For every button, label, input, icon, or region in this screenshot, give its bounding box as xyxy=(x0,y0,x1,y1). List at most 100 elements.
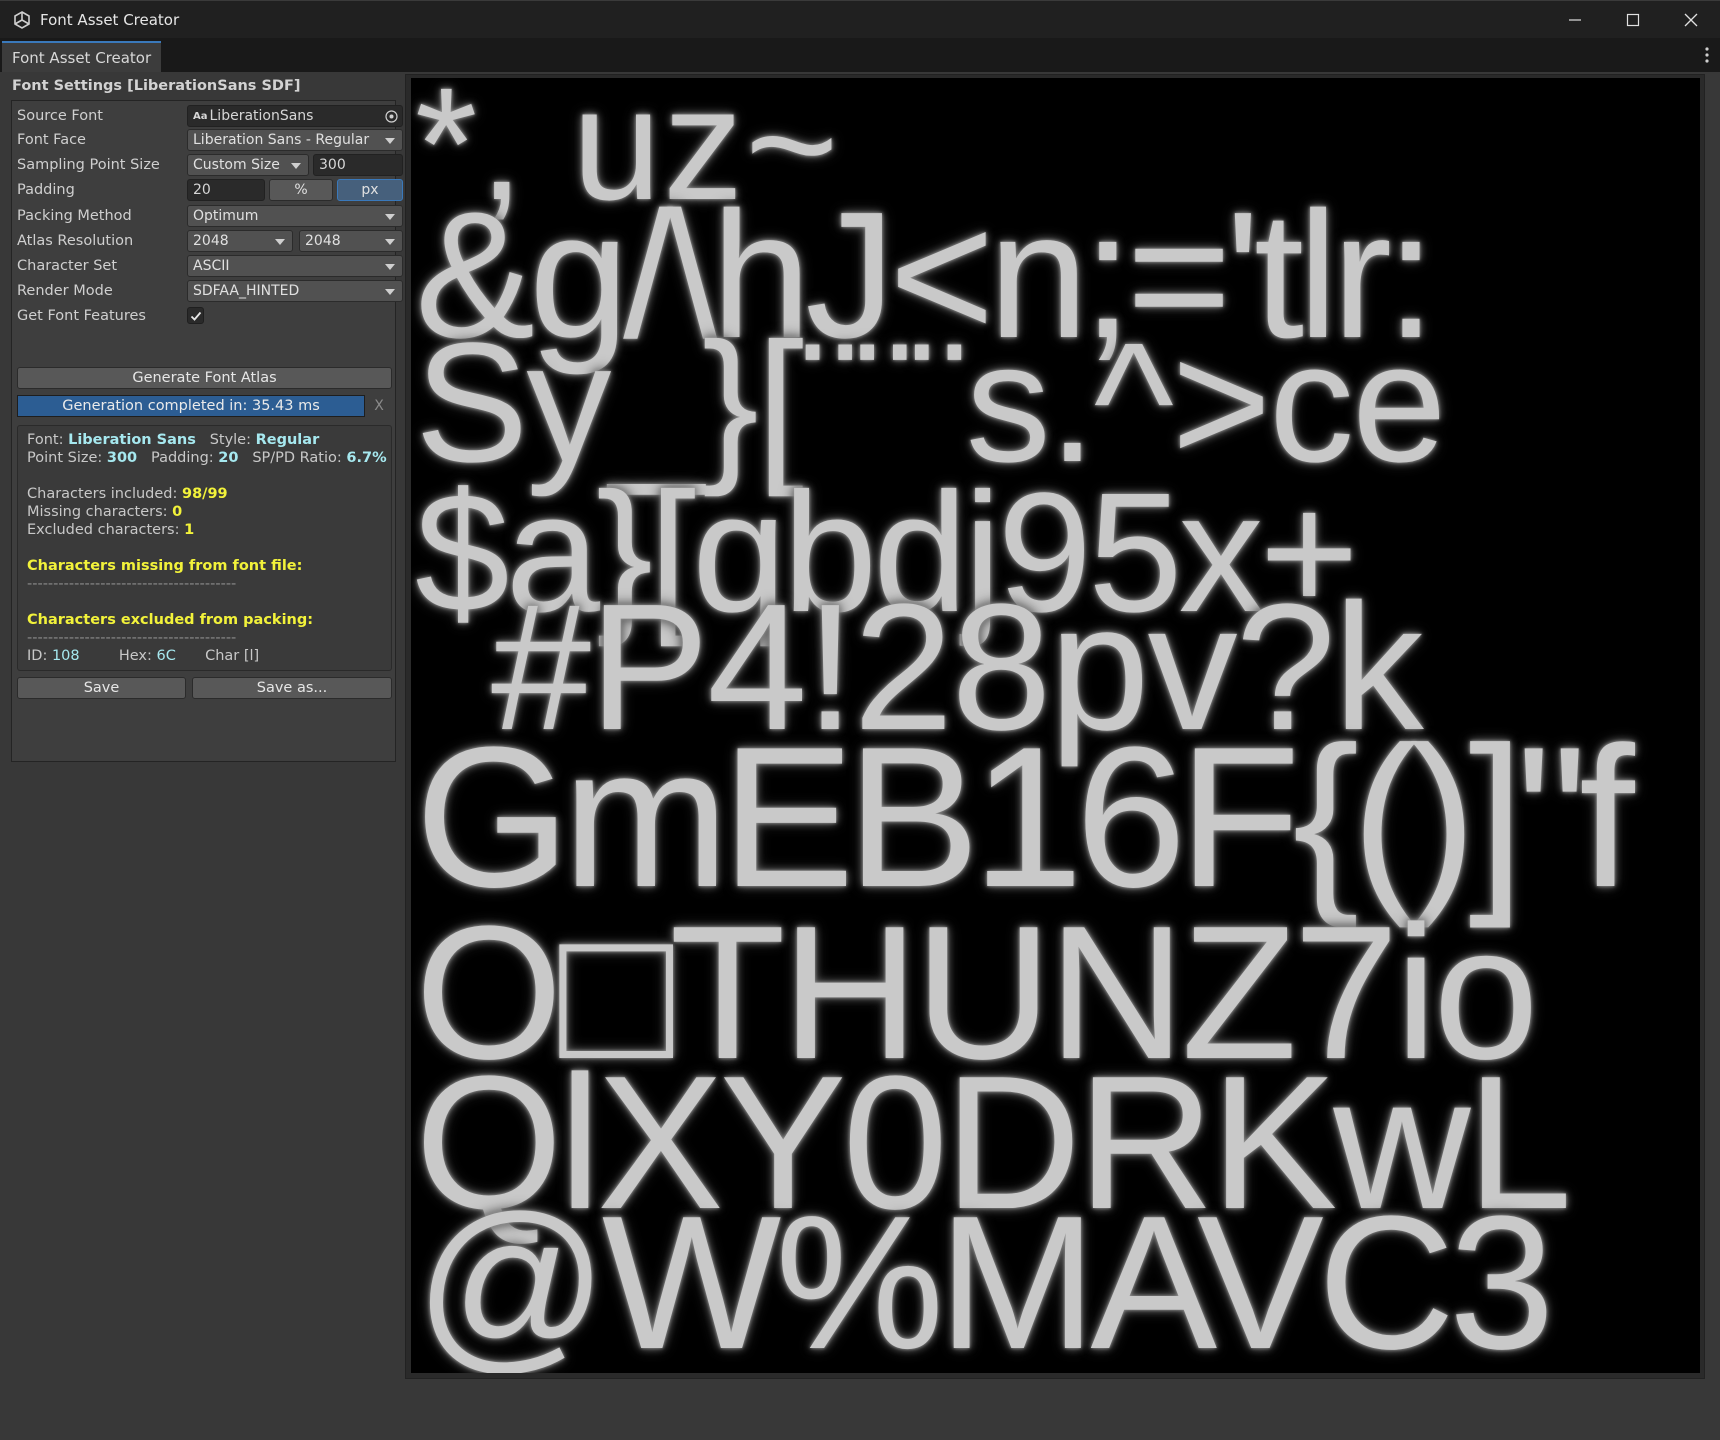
info-separator: ---------------------------------------- xyxy=(27,630,237,646)
minimize-button[interactable] xyxy=(1546,1,1604,39)
unity-app-icon xyxy=(12,10,32,30)
row-font-face: Font Face Liberation Sans - Regular xyxy=(17,129,403,151)
info-padding-label: Padding: xyxy=(150,450,214,466)
font-face-label: Font Face xyxy=(17,132,86,148)
packing-method-value: Optimum xyxy=(193,208,259,224)
settings-panel: Font Settings [LiberationSans SDF] Sourc… xyxy=(0,72,403,1440)
info-included-label: Characters included: xyxy=(27,486,178,502)
clear-progress-button[interactable]: X xyxy=(369,395,389,417)
character-set-dropdown[interactable]: ASCII xyxy=(187,255,403,277)
info-excluded-header: Characters excluded from packing: xyxy=(27,612,314,628)
atlas-preview: *, uz~ &g/\hJ<n;='tlr: Sy_}[¨¨¨s.^>ce $a… xyxy=(411,78,1700,1373)
window-title: Font Asset Creator xyxy=(40,11,180,29)
font-asset-icon: Aa xyxy=(193,110,208,122)
row-padding: Padding 20 % px xyxy=(17,179,403,201)
packing-method-dropdown[interactable]: Optimum xyxy=(187,205,403,227)
info-included-value: 98/99 xyxy=(181,486,228,502)
info-font-value: Liberation Sans xyxy=(68,432,196,448)
info-point-size-value: 300 xyxy=(106,450,138,466)
get-font-features-checkbox[interactable] xyxy=(187,307,204,324)
info-hex-value: 6C xyxy=(156,648,176,664)
info-excluded-char-line: ID: 108 Hex: 6C Char [l] xyxy=(27,647,259,665)
sampling-point-size-label: Sampling Point Size xyxy=(17,157,160,173)
chevron-down-icon xyxy=(275,239,285,245)
generate-font-atlas-button[interactable]: Generate Font Atlas xyxy=(17,367,392,389)
row-render-mode: Render Mode SDFAA_HINTED xyxy=(17,280,403,302)
row-packing-method: Packing Method Optimum xyxy=(17,205,403,227)
settings-box: Source Font Aa LiberationSans Font Face … xyxy=(11,100,403,762)
info-point-size-label: Point Size: xyxy=(27,450,103,466)
info-missing-header: Characters missing from font file: xyxy=(27,558,303,574)
info-id-value: 108 xyxy=(51,648,80,664)
info-excluded-value: 1 xyxy=(184,522,195,538)
close-button[interactable] xyxy=(1662,1,1720,39)
info-style-label: Style: xyxy=(209,432,251,448)
character-set-value: ASCII xyxy=(193,258,230,274)
info-char-label: Char [l] xyxy=(205,648,260,664)
source-font-field[interactable]: Aa LiberationSans xyxy=(187,105,403,127)
generation-progress-bar: Generation completed in: 35.43 ms xyxy=(17,395,365,417)
get-font-features-label: Get Font Features xyxy=(17,308,146,324)
chevron-down-icon xyxy=(385,289,395,295)
chevron-down-icon xyxy=(385,138,395,144)
source-font-label: Source Font xyxy=(17,108,103,124)
font-face-dropdown[interactable]: Liberation Sans - Regular xyxy=(187,129,403,151)
chevron-down-icon xyxy=(291,163,301,169)
info-style-value: Regular xyxy=(255,432,320,448)
info-padding-value: 20 xyxy=(218,450,239,466)
section-title: Font Settings [LiberationSans SDF] xyxy=(12,78,301,94)
atlas-preview-frame: *, uz~ &g/\hJ<n;='tlr: Sy_}[¨¨¨s.^>ce $a… xyxy=(405,74,1705,1379)
sampling-mode-value: Custom Size xyxy=(193,157,280,173)
info-excluded-label: Excluded characters: xyxy=(27,522,180,538)
atlas-row-9: @W%MAVC3 xyxy=(415,1177,1555,1373)
window-title-bar: Font Asset Creator xyxy=(0,0,1720,39)
object-picker-icon[interactable] xyxy=(385,110,398,123)
sampling-mode-dropdown[interactable]: Custom Size xyxy=(187,154,309,176)
generation-info-box: Font: Liberation Sans Style: Regular Poi… xyxy=(17,425,392,671)
save-as-button[interactable]: Save as... xyxy=(192,677,392,699)
row-atlas-resolution: Atlas Resolution 2048 2048 xyxy=(17,230,403,252)
row-source-font: Source Font Aa LiberationSans xyxy=(17,105,403,127)
info-missing-value: 0 xyxy=(172,504,183,520)
close-icon xyxy=(1684,13,1698,27)
kebab-menu-icon[interactable] xyxy=(1704,46,1710,64)
render-mode-value: SDFAA_HINTED xyxy=(193,283,300,299)
maximize-button[interactable] xyxy=(1604,1,1662,39)
render-mode-dropdown[interactable]: SDFAA_HINTED xyxy=(187,280,403,302)
tab-strip: Font Asset Creator xyxy=(0,38,1720,72)
info-font-label: Font: xyxy=(27,432,64,448)
minimize-icon xyxy=(1569,19,1581,21)
info-included-line: Characters included: 98/99 xyxy=(27,485,228,503)
padding-unit-px[interactable]: px xyxy=(337,179,403,201)
chevron-down-icon xyxy=(385,239,395,245)
atlas-width-value: 2048 xyxy=(193,233,229,249)
padding-input[interactable]: 20 xyxy=(187,179,265,201)
info-size-line: Point Size: 300 Padding: 20 SP/PD Ratio:… xyxy=(27,449,387,467)
atlas-height-value: 2048 xyxy=(305,233,341,249)
info-hex-label: Hex: xyxy=(118,648,152,664)
sampling-size-input[interactable]: 300 xyxy=(313,154,403,176)
padding-unit-percent[interactable]: % xyxy=(269,179,333,201)
info-sppd-value: 6.7% xyxy=(346,450,387,466)
source-font-value: LiberationSans xyxy=(209,108,314,124)
info-separator: ---------------------------------------- xyxy=(27,576,237,592)
atlas-resolution-label: Atlas Resolution xyxy=(17,233,134,249)
padding-label: Padding xyxy=(17,182,75,198)
maximize-icon xyxy=(1626,13,1640,27)
row-sampling-point-size: Sampling Point Size Custom Size 300 xyxy=(17,154,403,176)
atlas-height-dropdown[interactable]: 2048 xyxy=(299,230,403,252)
save-button[interactable]: Save xyxy=(17,677,186,699)
tab-font-asset-creator[interactable]: Font Asset Creator xyxy=(2,41,162,72)
chevron-down-icon xyxy=(385,264,395,270)
chevron-down-icon xyxy=(385,214,395,220)
row-character-set: Character Set ASCII xyxy=(17,255,403,277)
atlas-width-dropdown[interactable]: 2048 xyxy=(187,230,293,252)
info-missing-line: Missing characters: 0 xyxy=(27,503,182,521)
font-face-value: Liberation Sans - Regular xyxy=(193,132,370,148)
checkmark-icon xyxy=(190,311,201,321)
character-set-label: Character Set xyxy=(17,258,118,274)
info-id-label: ID: xyxy=(27,648,48,664)
render-mode-label: Render Mode xyxy=(17,283,113,299)
packing-method-label: Packing Method xyxy=(17,208,132,224)
info-missing-label: Missing characters: xyxy=(27,504,168,520)
